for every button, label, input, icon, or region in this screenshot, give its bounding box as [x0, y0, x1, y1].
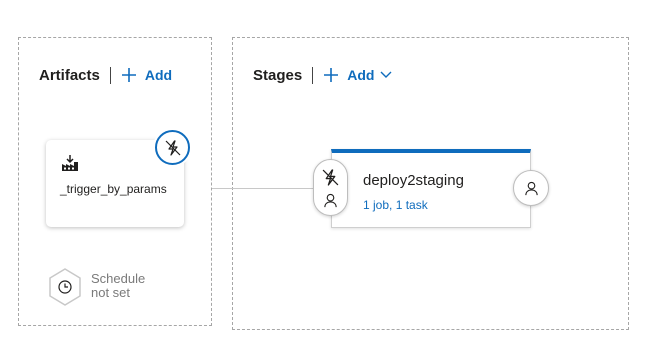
stages-header: Stages Add [253, 64, 392, 86]
schedule-line1: Schedule [91, 271, 146, 286]
stage-name[interactable]: deploy2staging [363, 172, 464, 189]
post-deployment-conditions-button[interactable] [513, 170, 549, 206]
continuous-deployment-trigger-button[interactable] [155, 130, 190, 165]
user-icon [324, 193, 337, 208]
add-stage-label: Add [347, 67, 375, 83]
schedule-status[interactable]: Schedule not set [91, 272, 145, 300]
stage-card[interactable]: deploy2staging 1 job, 1 task [331, 149, 531, 228]
artifacts-title: Artifacts [39, 66, 100, 84]
header-divider [109, 66, 111, 84]
schedule-line2: not set [91, 285, 131, 300]
build-artifact-icon [62, 155, 78, 171]
schedule-trigger-button[interactable] [48, 268, 82, 306]
add-artifact-button[interactable]: Add [121, 67, 172, 83]
stages-title: Stages [253, 66, 303, 84]
user-icon [524, 181, 538, 195]
add-stage-button[interactable]: Add [323, 67, 392, 83]
plus-icon [121, 68, 136, 82]
pre-deployment-conditions-button[interactable] [313, 159, 348, 216]
artifact-stage-connector [212, 188, 314, 189]
artifacts-header: Artifacts Add [39, 64, 172, 86]
continuous-deployment-trigger-icon [165, 139, 180, 156]
trigger-icon [322, 169, 339, 186]
add-artifact-label: Add [144, 67, 173, 83]
plus-icon [324, 68, 339, 82]
header-divider [312, 66, 314, 84]
stage-job-summary[interactable]: 1 job, 1 task [363, 198, 428, 212]
artifact-name: _trigger_by_params [60, 182, 167, 196]
chevron-down-icon[interactable] [380, 71, 392, 79]
